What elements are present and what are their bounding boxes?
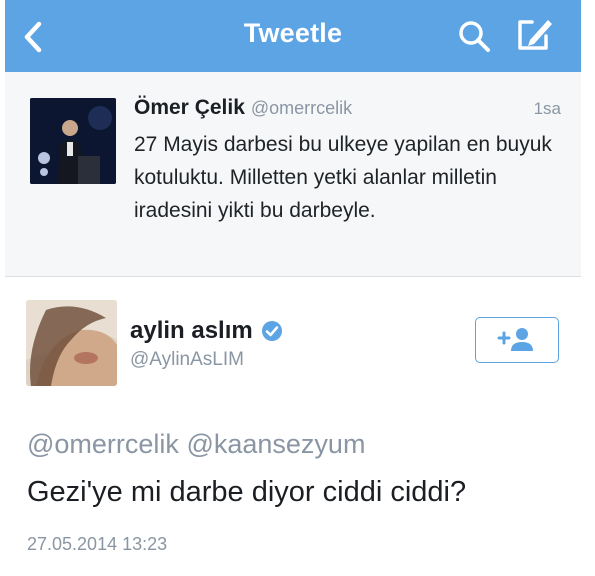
reply-author-handle: @AylinAsLIM (130, 349, 244, 370)
mention-link[interactable]: @omerrcelik (27, 429, 179, 459)
verified-badge-icon (261, 321, 282, 341)
mention-link[interactable]: @kaansezyum (186, 429, 365, 459)
compose-button[interactable] (514, 16, 556, 54)
avatar-photo (30, 98, 116, 184)
compose-icon (518, 20, 552, 50)
avatar[interactable] (26, 300, 117, 386)
navigation-bar: Tweetle (5, 0, 581, 72)
quoted-text: 27 Mayis darbesi bu ulkeye yapilan en bu… (134, 133, 552, 222)
reply-author: aylin aslım (130, 317, 283, 345)
quoted-tweet[interactable]: Ömer Çelik @omerrcelik 1sa 27 Mayis darbe… (5, 72, 581, 277)
search-icon (459, 21, 490, 52)
search-button[interactable] (456, 18, 496, 54)
quoted-author-handle: @omerrcelik (250, 98, 353, 118)
add-user-icon (497, 328, 533, 351)
follow-button[interactable] (475, 317, 559, 363)
quoted-author: Ömer Çelik @omerrcelik (134, 96, 352, 120)
reply-timestamp: 27.05.2014 13:23 (27, 534, 168, 554)
reply-text: Gezi'ye mi darbe diyor ciddi ciddi? (27, 476, 467, 508)
quoted-time: 1sa (533, 99, 561, 118)
reply-mentions: @omerrcelik @kaansezyum (27, 429, 365, 460)
avatar-photo (26, 300, 117, 386)
reply-author-name: aylin aslım (130, 317, 253, 344)
avatar[interactable] (30, 98, 116, 184)
reply-tweet: aylin aslım @AylinAsLIM @omerrcelik @kaa… (5, 277, 581, 576)
quoted-author-name: Ömer Çelik (134, 96, 245, 119)
